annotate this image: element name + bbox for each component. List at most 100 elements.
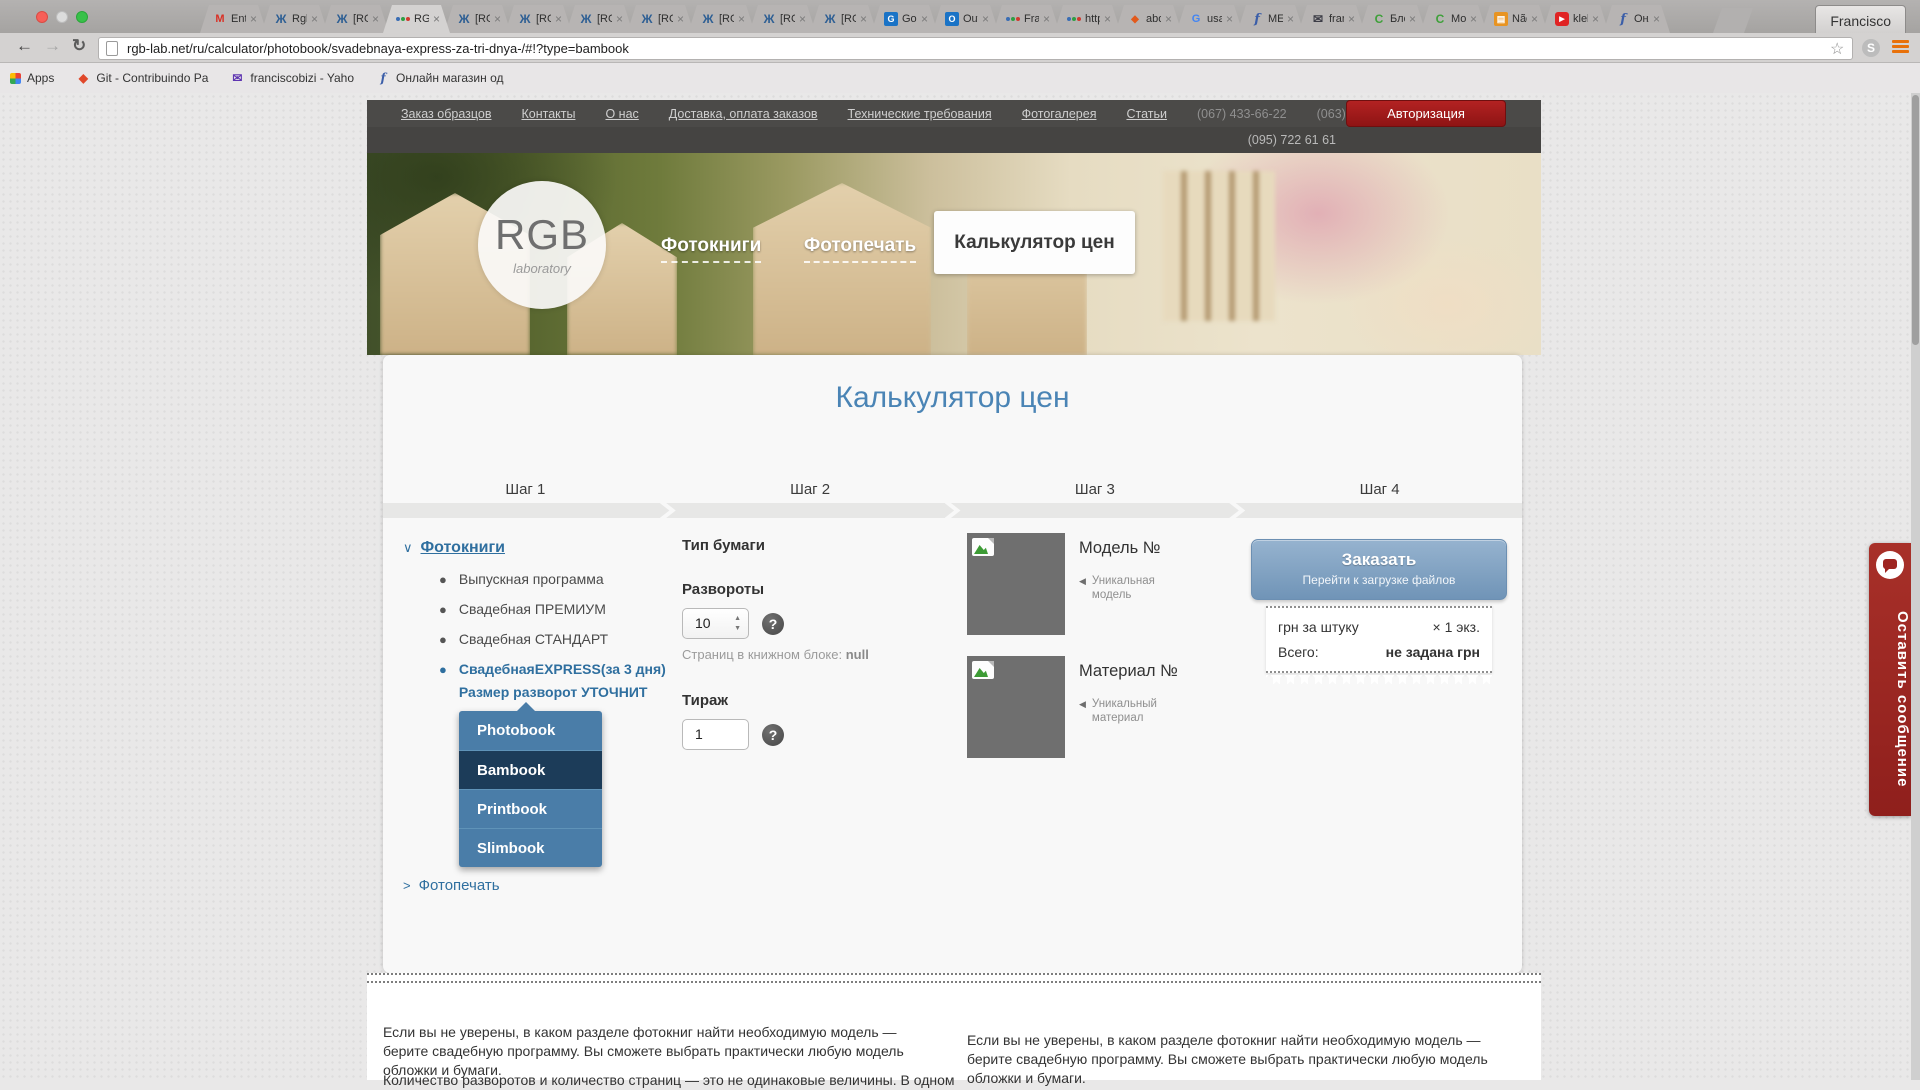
close-tab-icon[interactable]: ×: [1653, 14, 1660, 24]
quantity-input[interactable]: 1: [682, 719, 749, 750]
program-menu-item[interactable]: ●Свадебная СТАНДАРТ: [403, 631, 673, 648]
browser-tab[interactable]: CБло×: [1359, 5, 1426, 33]
close-tab-icon[interactable]: ×: [1104, 14, 1111, 24]
rgb-lab-icon: Ж: [640, 12, 654, 26]
main-nav-calculator-active[interactable]: Калькулятор цен: [934, 211, 1135, 274]
close-tab-icon[interactable]: ×: [738, 14, 745, 24]
outlook-icon: O: [945, 12, 959, 26]
close-tab-icon[interactable]: ×: [677, 14, 684, 24]
book-type-option[interactable]: Printbook: [459, 789, 602, 828]
page-scrollbar[interactable]: [1911, 93, 1920, 1080]
close-tab-icon[interactable]: ×: [921, 14, 928, 24]
help-icon[interactable]: ?: [762, 724, 784, 746]
close-tab-icon[interactable]: ×: [982, 14, 989, 24]
close-tab-icon[interactable]: ×: [1287, 14, 1294, 24]
browser-tab[interactable]: ✉fran×: [1298, 5, 1365, 33]
close-tab-icon[interactable]: ×: [1348, 14, 1355, 24]
close-tab-icon[interactable]: ×: [311, 14, 318, 24]
browser-tab[interactable]: CМо×: [1420, 5, 1487, 33]
site-logo[interactable]: RGB laboratory: [478, 181, 606, 309]
new-tab-button[interactable]: [1713, 8, 1753, 33]
bookmark-item[interactable]: Apps: [10, 71, 54, 85]
material-image-placeholder[interactable]: [967, 656, 1065, 758]
authorization-button[interactable]: Авторизация: [1346, 100, 1506, 127]
window-close-button[interactable]: [36, 11, 48, 23]
browser-tab[interactable]: ЖRgb×: [261, 5, 328, 33]
tab-title: RGB: [414, 13, 429, 25]
scrollbar-thumb[interactable]: [1912, 95, 1919, 345]
book-type-option[interactable]: Slimbook: [459, 828, 602, 867]
close-tab-icon[interactable]: ×: [1470, 14, 1477, 24]
bookmark-star-icon[interactable]: ☆: [1830, 39, 1844, 59]
browser-tab[interactable]: GGoo×: [871, 5, 938, 33]
close-tab-icon[interactable]: ×: [1409, 14, 1416, 24]
main-nav-photoprint[interactable]: Фотопечать: [804, 235, 916, 263]
site-nav-link[interactable]: Контакты: [521, 107, 575, 121]
browser-tab[interactable]: Gusa×: [1176, 5, 1243, 33]
book-type-option[interactable]: Photobook: [459, 711, 602, 750]
browser-tab[interactable]: Ж[RG×: [749, 5, 816, 33]
order-button[interactable]: Заказать Перейти к загрузке файлов: [1251, 539, 1507, 600]
close-tab-icon[interactable]: ×: [799, 14, 806, 24]
browser-tab[interactable]: http×: [1054, 5, 1121, 33]
bookmark-item[interactable]: ✉franciscobizi - Yaho: [230, 71, 354, 85]
browser-tab[interactable]: Ж[RG×: [566, 5, 633, 33]
browser-tab[interactable]: fME×: [1237, 5, 1304, 33]
main-nav-photobooks[interactable]: Фотокниги: [661, 235, 761, 263]
browser-tab[interactable]: Ж[RG×: [505, 5, 572, 33]
close-tab-icon[interactable]: ×: [616, 14, 623, 24]
browser-tab-active[interactable]: RGB ×: [383, 5, 450, 33]
step-chevron-icon: [1229, 503, 1245, 518]
program-menu-item-active[interactable]: ●СвадебнаяEXPRESS(за 3 дня)Размер развор…: [403, 661, 673, 700]
close-tab-icon[interactable]: ×: [433, 14, 440, 24]
browser-tab[interactable]: MEntr×: [200, 5, 267, 33]
close-tab-icon[interactable]: ×: [1592, 14, 1599, 24]
close-tab-icon[interactable]: ×: [372, 14, 379, 24]
close-tab-icon[interactable]: ×: [860, 14, 867, 24]
tab-title: Goo: [902, 13, 917, 25]
url-bar[interactable]: rgb-lab.net/ru/calculator/photobook/svad…: [98, 37, 1853, 60]
browser-tab[interactable]: ◆abo×: [1115, 5, 1182, 33]
window-minimize-button[interactable]: [56, 11, 68, 23]
category-photobooks-link[interactable]: Фотокниги: [421, 539, 505, 557]
site-nav-link[interactable]: Фотогалерея: [1022, 107, 1097, 121]
browser-tab[interactable]: ▶kleb×: [1542, 5, 1609, 33]
spreads-select[interactable]: 10 ▲▼: [682, 608, 749, 639]
program-menu-item[interactable]: ●Свадебная ПРЕМИУМ: [403, 601, 673, 618]
reload-button[interactable]: ↻: [72, 36, 86, 56]
youtube-icon: ▶: [1555, 12, 1569, 26]
bookmark-item[interactable]: ◆Git - Contribuindo Pa: [76, 71, 208, 85]
browser-tab[interactable]: Ж[RG×: [444, 5, 511, 33]
close-tab-icon[interactable]: ×: [1043, 14, 1050, 24]
site-nav-link[interactable]: Заказ образцов: [401, 107, 491, 121]
browser-tab[interactable]: Ж[RG×: [810, 5, 877, 33]
browser-tab[interactable]: Fran×: [993, 5, 1060, 33]
close-tab-icon[interactable]: ×: [250, 14, 257, 24]
model-image-placeholder[interactable]: [967, 533, 1065, 635]
leave-message-tab[interactable]: Оставить сообщение: [1869, 543, 1911, 816]
skype-extension-icon[interactable]: S: [1862, 39, 1880, 57]
window-zoom-button[interactable]: [76, 11, 88, 23]
close-tab-icon[interactable]: ×: [1165, 14, 1172, 24]
browser-tab[interactable]: Ж[RG×: [688, 5, 755, 33]
site-nav-link[interactable]: Технические требования: [848, 107, 992, 121]
site-nav-link[interactable]: О нас: [605, 107, 638, 121]
browser-tab[interactable]: Ж[RG×: [627, 5, 694, 33]
site-nav-link[interactable]: Статьи: [1126, 107, 1167, 121]
chrome-menu-icon[interactable]: [1892, 40, 1909, 54]
browser-tab[interactable]: Ж[RG×: [322, 5, 389, 33]
close-tab-icon[interactable]: ×: [555, 14, 562, 24]
close-tab-icon[interactable]: ×: [1226, 14, 1233, 24]
browser-tab[interactable]: OOut×: [932, 5, 999, 33]
browser-tab[interactable]: ▤Não×: [1481, 5, 1548, 33]
site-nav-link[interactable]: Доставка, оплата заказов: [669, 107, 818, 121]
close-tab-icon[interactable]: ×: [1531, 14, 1538, 24]
category-photoprint-link[interactable]: Фотопечать: [419, 877, 500, 894]
bookmark-item[interactable]: fОнлайн магазин од: [376, 71, 503, 85]
close-tab-icon[interactable]: ×: [494, 14, 501, 24]
book-type-option-selected[interactable]: Bambook: [459, 750, 602, 789]
program-menu-item[interactable]: ●Выпускная программа: [403, 571, 673, 588]
help-icon[interactable]: ?: [762, 613, 784, 635]
back-button[interactable]: ←: [16, 36, 33, 56]
browser-tab[interactable]: fОнл×: [1603, 5, 1670, 33]
